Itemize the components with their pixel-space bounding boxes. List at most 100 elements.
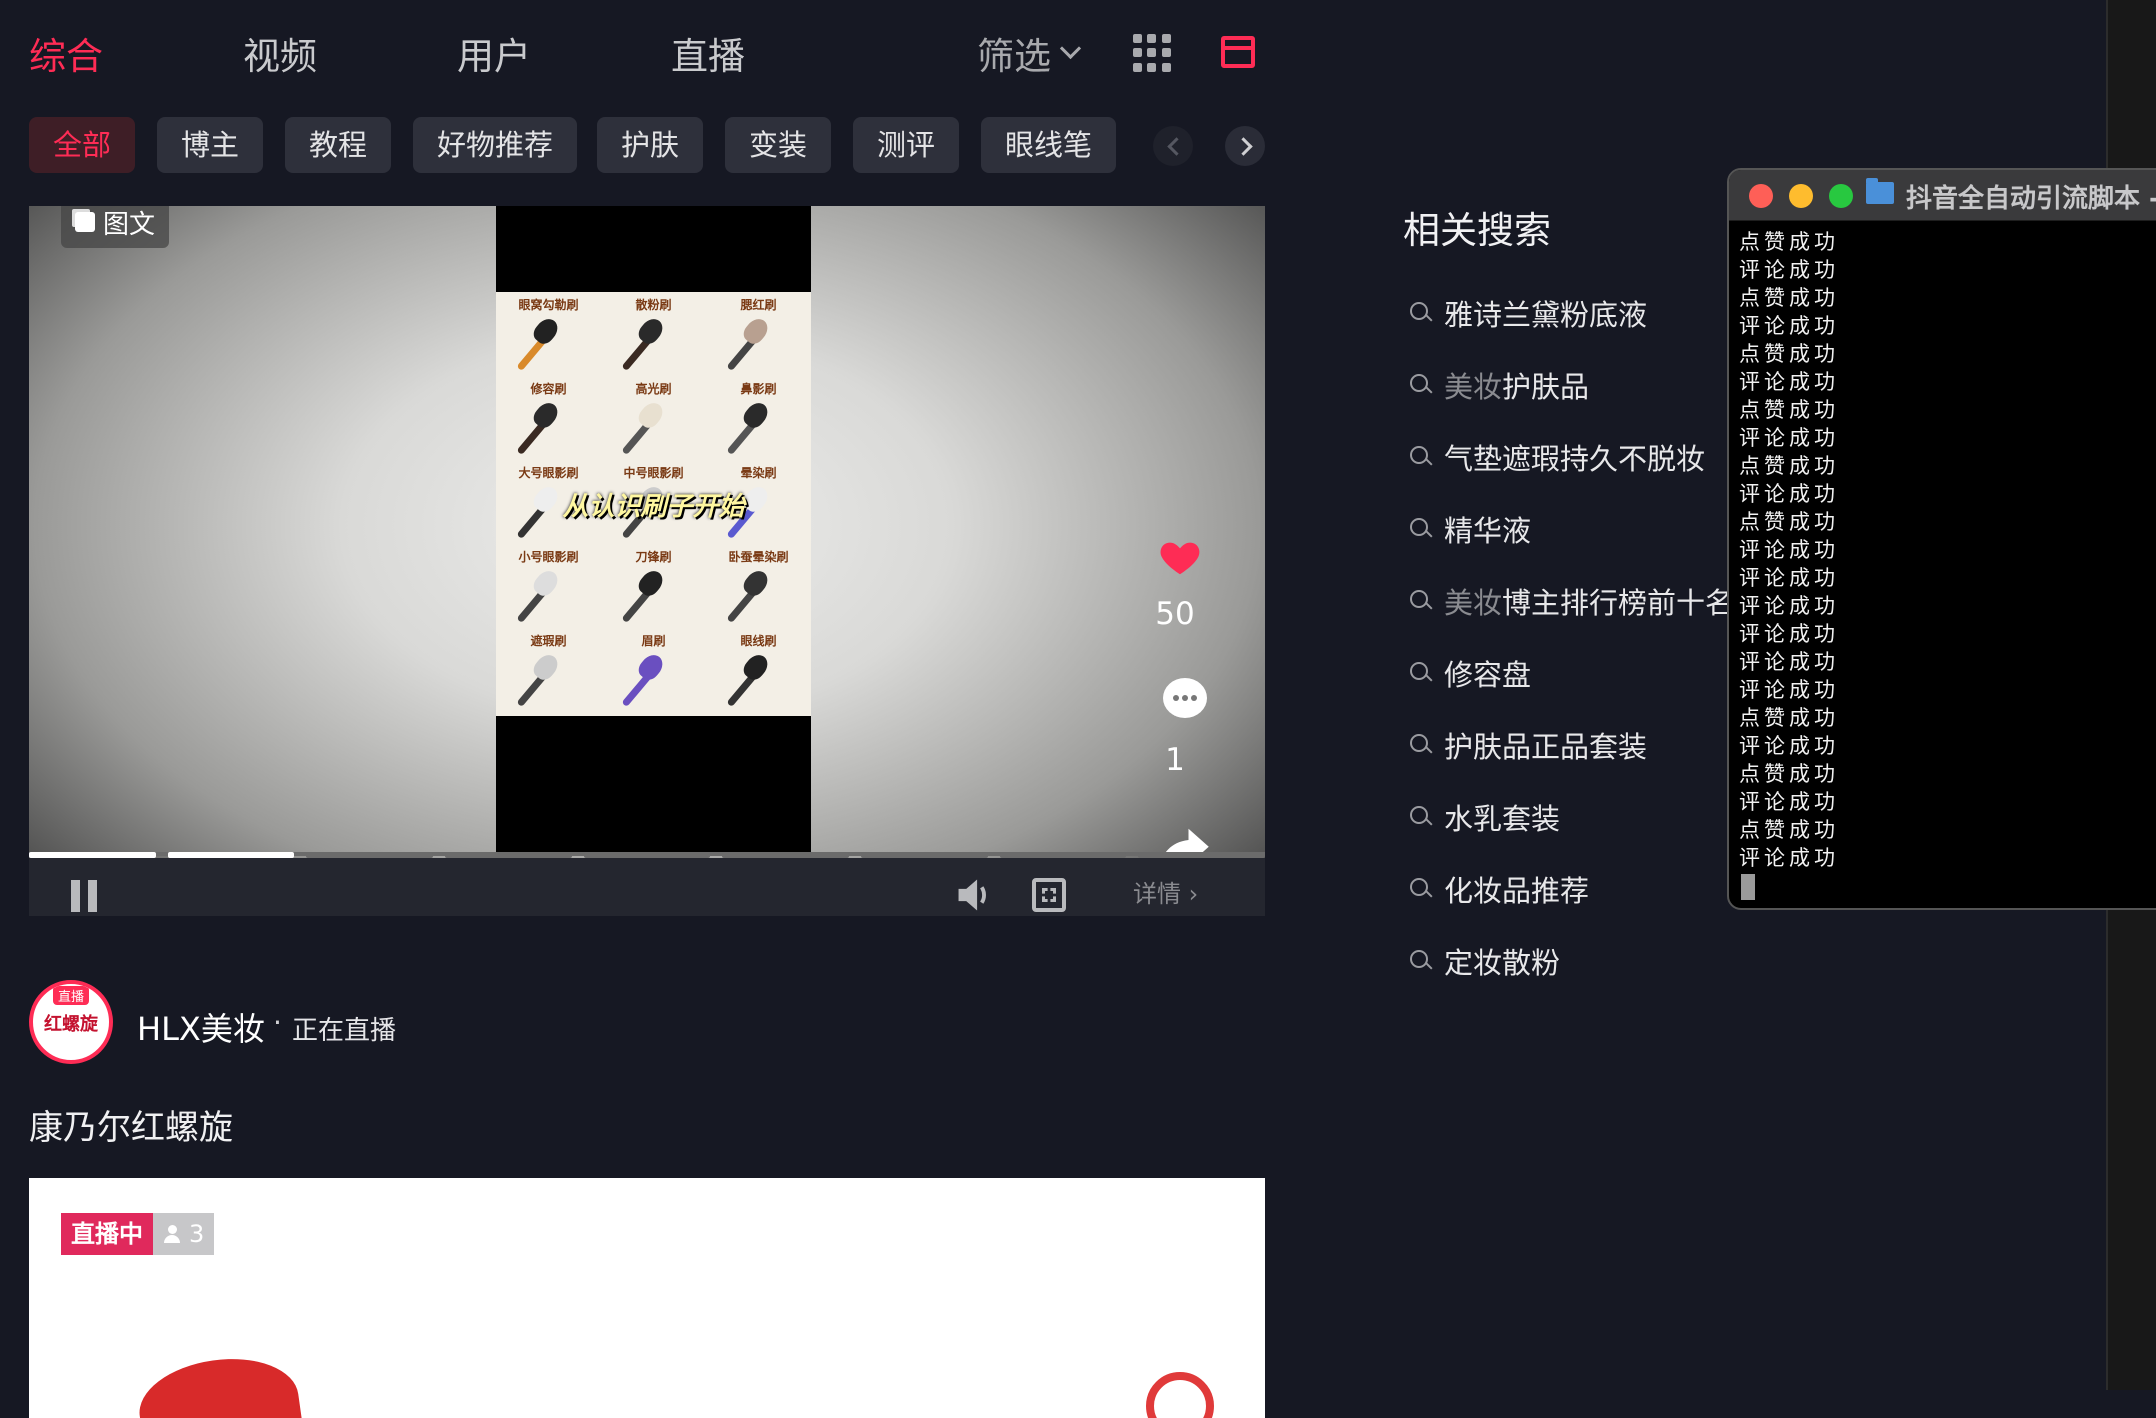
related-search-item[interactable]: 气垫遮瑕持久不脱妆 [1410, 436, 1705, 478]
brush-head [529, 650, 563, 684]
related-search-text: 定妆散粉 [1444, 940, 1560, 982]
chip-next-button[interactable] [1225, 126, 1265, 166]
related-search-text: 美妆博主排行榜前十名 [1444, 580, 1734, 622]
brush-name: 高光刷 [635, 382, 672, 396]
related-search-item[interactable]: 美妆护肤品 [1410, 364, 1589, 406]
brush-head [529, 314, 563, 348]
minimize-icon[interactable] [1789, 184, 1813, 208]
brush-cell: 鼻影刷 [706, 376, 811, 460]
related-search-item[interactable]: 精华液 [1410, 508, 1531, 550]
search-icon [1410, 302, 1432, 324]
related-search-item[interactable]: 雅诗兰黛粉底液 [1410, 292, 1647, 334]
brush-head [634, 650, 668, 684]
terminal-line: 点赞成功 [1739, 454, 1839, 478]
terminal-line: 评论成功 [1739, 370, 1839, 394]
tab-user[interactable]: 用户 [457, 26, 531, 80]
terminal-window[interactable]: 抖音全自动引流脚本 - 点赞成功 评论成功 点赞成功 评论成功 点赞成功 评论成功 点赞成功… [1727, 168, 2156, 910]
terminal-line: 评论成功 [1739, 790, 1839, 814]
fullscreen-icon[interactable] [1032, 878, 1066, 912]
author-name[interactable]: HLX美妆 [137, 1004, 265, 1050]
close-icon[interactable] [1749, 184, 1773, 208]
tab-zonghe[interactable]: 综合 [29, 26, 103, 80]
related-search-item[interactable]: 护肤品正品套装 [1410, 724, 1647, 766]
chip-recommend[interactable]: 好物推荐 [413, 117, 578, 173]
related-search-text: 雅诗兰黛粉底液 [1444, 292, 1647, 334]
related-search-text: 修容盘 [1444, 652, 1531, 694]
terminal-line: 评论成功 [1739, 678, 1839, 702]
related-search-query: 雅诗兰黛粉底液 [1444, 298, 1648, 332]
related-search-item[interactable]: 美妆博主排行榜前十名 [1410, 580, 1734, 622]
comment-icon[interactable] [1163, 678, 1207, 718]
related-search-query: 水乳套装 [1444, 802, 1561, 836]
chip-review[interactable]: 测评 [853, 117, 960, 173]
author-avatar[interactable]: 直播 红螺旋 [29, 980, 113, 1064]
brush-name: 小号眼影刷 [518, 550, 579, 564]
brush-name: 修容刷 [530, 382, 567, 396]
brush-name: 眉刷 [641, 634, 666, 648]
video-frame: 眼窝勾勒刷 散粉刷 腮红刷 修容刷 高光刷 鼻影刷 大号眼影刷 中号眼影刷 晕染刷 小号眼影刷 刀锋… [496, 206, 811, 852]
chip-eyeliner[interactable]: 眼线笔 [981, 117, 1117, 173]
grid-view-icon[interactable] [1133, 34, 1171, 72]
volume-icon[interactable] [955, 878, 993, 912]
brush-head [739, 566, 773, 600]
single-column-view-icon[interactable] [1221, 36, 1255, 68]
brush-cell: 遮瑕刷 [496, 628, 601, 712]
related-search-query: 修容盘 [1444, 658, 1532, 692]
brush-cell: 卧蚕晕染刷 [706, 544, 811, 628]
brush-head [634, 566, 668, 600]
chip-prev-button[interactable] [1153, 126, 1193, 166]
pause-icon[interactable] [71, 880, 97, 912]
related-search-query: 博主排行榜前十名 [1502, 586, 1735, 620]
related-search-item[interactable]: 化妆品推荐 [1410, 868, 1589, 910]
live-thumbnail-shape [133, 1349, 305, 1418]
maximize-icon[interactable] [1829, 184, 1853, 208]
brush-name: 眼线刷 [740, 634, 777, 648]
related-search-item[interactable]: 定妆散粉 [1410, 940, 1560, 982]
search-icon [1410, 374, 1432, 396]
tab-live[interactable]: 直播 [671, 26, 745, 80]
terminal-line: 评论成功 [1739, 314, 1839, 338]
brush-cell: 散粉刷 [601, 292, 706, 376]
search-icon [1410, 878, 1432, 900]
chip-tutorial[interactable]: 教程 [285, 117, 392, 173]
terminal-line: 评论成功 [1739, 426, 1839, 450]
terminal-line: 评论成功 [1739, 566, 1839, 590]
related-search-title: 相关搜索 [1403, 209, 1551, 252]
brush-name: 卧蚕晕染刷 [728, 550, 789, 564]
brush-head [634, 314, 668, 348]
filter-button[interactable]: 筛选 [977, 26, 1082, 80]
chip-blogger[interactable]: 博主 [157, 117, 264, 173]
brush-cell: 高光刷 [601, 376, 706, 460]
brush-cell: 眼窝勾勒刷 [496, 292, 601, 376]
avatar-logo: 红螺旋 [44, 1014, 98, 1035]
chevron-down-icon [1059, 37, 1082, 59]
tab-video[interactable]: 视频 [243, 26, 317, 80]
chip-skincare[interactable]: 护肤 [597, 117, 704, 173]
live-label: 直播中 [61, 1213, 153, 1255]
post-title[interactable]: 康乃尔红螺旋 [29, 1100, 233, 1149]
brush-name: 鼻影刷 [740, 382, 777, 396]
related-search-item[interactable]: 水乳套装 [1410, 796, 1560, 838]
brush-cell: 腮红刷 [706, 292, 811, 376]
terminal-line: 点赞成功 [1739, 818, 1839, 842]
related-search-text: 气垫遮瑕持久不脱妆 [1444, 436, 1705, 478]
terminal-line: 评论成功 [1739, 258, 1839, 282]
live-stream-card[interactable]: 直播中 3 [29, 1178, 1265, 1418]
search-icon [1410, 734, 1432, 756]
terminal-titlebar[interactable]: 抖音全自动引流脚本 - [1729, 170, 2156, 221]
like-heart-icon[interactable] [1157, 534, 1203, 580]
related-search-text: 水乳套装 [1444, 796, 1560, 838]
detail-link[interactable]: 详情 › [1133, 874, 1198, 909]
chip-dressup[interactable]: 变装 [725, 117, 832, 173]
related-search-item[interactable]: 修容盘 [1410, 652, 1531, 694]
brush-head [739, 314, 773, 348]
terminal-line: 点赞成功 [1739, 230, 1839, 254]
related-search-query: 气垫遮瑕持久不脱妆 [1444, 442, 1706, 476]
search-icon [1410, 806, 1432, 828]
chip-all[interactable]: 全部 [29, 117, 136, 173]
terminal-line: 点赞成功 [1739, 510, 1839, 534]
viewer-count-badge: 3 [153, 1213, 215, 1255]
video-player[interactable]: 图文 眼窝勾勒刷 散粉刷 腮红刷 修容刷 高光刷 鼻影刷 大号眼影刷 中号眼影刷 晕染刷 小号眼影… [29, 206, 1265, 916]
avatar-live-badge: 直播 [53, 986, 90, 1005]
search-icon [1410, 950, 1432, 972]
